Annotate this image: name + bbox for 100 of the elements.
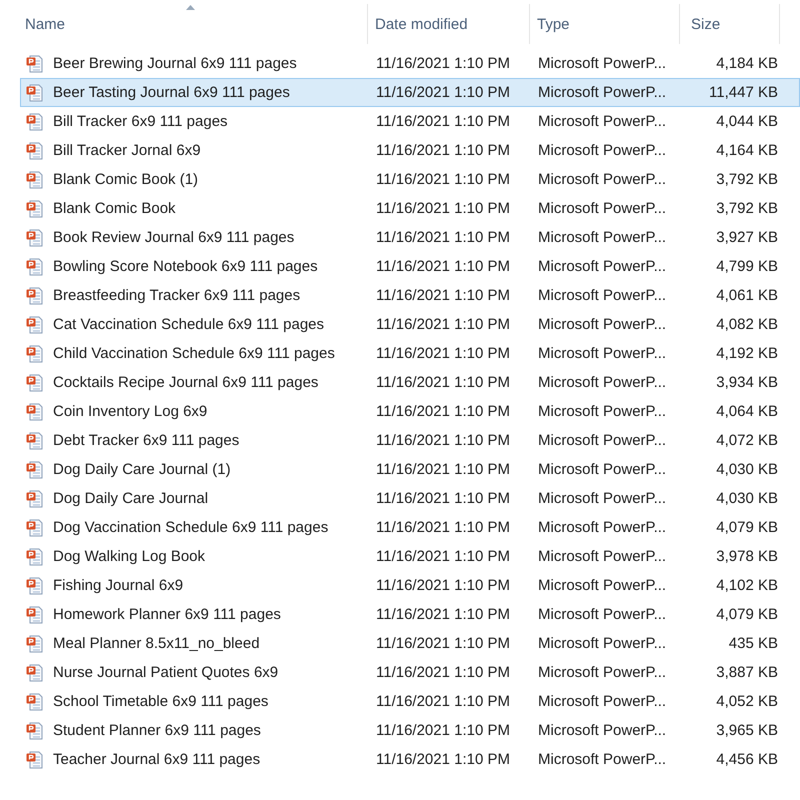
file-row[interactable]: Beer Tasting Journal 6x9 111 pages 11/16/2021 1:10 PM Microsoft PowerP... 11,447 KB — [20, 78, 800, 107]
file-row[interactable]: Bowling Score Notebook 6x9 111 pages 11/16/2021 1:10 PM Microsoft PowerP... 4,799 KB — [20, 252, 800, 281]
file-type: Microsoft PowerP... — [537, 171, 668, 188]
date-modified: 11/16/2021 1:10 PM — [375, 171, 511, 188]
date-modified: 11/16/2021 1:10 PM — [375, 200, 511, 217]
file-type: Microsoft PowerP... — [537, 345, 668, 362]
date-modified: 11/16/2021 1:10 PM — [375, 664, 511, 681]
file-row[interactable]: Dog Walking Log Book 11/16/2021 1:10 PM Microsoft PowerP... 3,978 KB — [20, 542, 800, 571]
presentation-file-icon — [26, 374, 43, 392]
file-size: 3,965 KB — [715, 722, 779, 739]
file-name: Nurse Journal Patient Quotes 6x9 — [53, 664, 278, 681]
column-header[interactable]: Type — [537, 16, 570, 32]
presentation-file-icon — [26, 634, 43, 652]
presentation-file-icon — [26, 460, 43, 478]
file-size: 4,799 KB — [715, 258, 779, 275]
file-row[interactable]: Teacher Journal 6x9 111 pages 11/16/2021 1:10 PM Microsoft PowerP... 4,456 KB — [20, 745, 800, 774]
presentation-file-icon — [26, 344, 43, 362]
file-size: 4,030 KB — [715, 461, 779, 478]
file-type: Microsoft PowerP... — [537, 664, 668, 681]
date-modified: 11/16/2021 1:10 PM — [375, 84, 511, 101]
presentation-file-icon — [26, 200, 43, 218]
file-row[interactable]: Coin Inventory Log 6x9 11/16/2021 1:10 PM Microsoft PowerP... 4,064 KB — [20, 397, 800, 426]
file-size: 4,184 KB — [715, 55, 779, 72]
file-row[interactable]: Fishing Journal 6x9 11/16/2021 1:10 PM Microsoft PowerP... 4,102 KB — [20, 571, 800, 600]
column-header[interactable]: Name — [25, 16, 66, 32]
file-type: Microsoft PowerP... — [537, 635, 668, 652]
presentation-file-icon — [26, 432, 43, 450]
file-type: Microsoft PowerP... — [537, 84, 668, 101]
presentation-file-icon — [26, 548, 43, 566]
file-row[interactable]: Child Vaccination Schedule 6x9 111 pages 11/16/2021 1:10 PM Microsoft PowerP... 4,192 KB — [20, 339, 800, 368]
file-row[interactable]: Bill Tracker 6x9 111 pages 11/16/2021 1:10 PM Microsoft PowerP... 4,044 KB — [20, 107, 800, 136]
file-name: Teacher Journal 6x9 111 pages — [53, 751, 260, 768]
file-name: Child Vaccination Schedule 6x9 111 pages — [53, 345, 335, 362]
file-row[interactable]: Debt Tracker 6x9 111 pages 11/16/2021 1:10 PM Microsoft PowerP... 4,072 KB — [20, 426, 800, 455]
file-row[interactable]: Dog Daily Care Journal (1) 11/16/2021 1:10 PM Microsoft PowerP... 4,030 KB — [20, 455, 800, 484]
file-type: Microsoft PowerP... — [537, 142, 668, 159]
file-row[interactable]: Meal Planner 8.5x11_no_bleed 11/16/2021 1:10 PM Microsoft PowerP... 435 KB — [20, 629, 800, 658]
presentation-file-icon — [26, 84, 43, 102]
file-name: Student Planner 6x9 111 pages — [53, 722, 261, 739]
file-row[interactable]: Dog Vaccination Schedule 6x9 111 pages 11/16/2021 1:10 PM Microsoft PowerP... 4,079 KB — [20, 513, 800, 542]
file-row[interactable]: Nurse Journal Patient Quotes 6x9 11/16/2021 1:10 PM Microsoft PowerP... 3,887 KB — [20, 658, 800, 687]
presentation-file-icon — [26, 692, 43, 710]
file-size: 4,079 KB — [715, 519, 779, 536]
presentation-file-icon — [26, 606, 43, 624]
file-name: Cat Vaccination Schedule 6x9 111 pages — [53, 316, 324, 333]
file-name: Bowling Score Notebook 6x9 111 pages — [53, 258, 318, 275]
file-row[interactable]: Breastfeeding Tracker 6x9 111 pages 11/16/2021 1:10 PM Microsoft PowerP... 4,061 KB — [20, 281, 800, 310]
date-modified: 11/16/2021 1:10 PM — [375, 316, 511, 333]
file-row[interactable]: Cat Vaccination Schedule 6x9 111 pages 11/16/2021 1:10 PM Microsoft PowerP... 4,082 KB — [20, 310, 800, 339]
file-size: 3,934 KB — [715, 374, 779, 391]
file-name: Cocktails Recipe Journal 6x9 111 pages — [53, 374, 318, 391]
file-name: Bill Tracker 6x9 111 pages — [53, 113, 228, 130]
date-modified: 11/16/2021 1:10 PM — [375, 403, 511, 420]
date-modified: 11/16/2021 1:10 PM — [375, 258, 511, 275]
file-type: Microsoft PowerP... — [537, 432, 668, 449]
date-modified: 11/16/2021 1:10 PM — [375, 490, 511, 507]
file-type: Microsoft PowerP... — [537, 519, 668, 536]
file-name: Dog Walking Log Book — [53, 548, 206, 565]
presentation-file-icon — [26, 518, 43, 536]
file-size: 4,061 KB — [715, 287, 779, 304]
presentation-file-icon — [26, 664, 43, 682]
file-type: Microsoft PowerP... — [537, 287, 668, 304]
file-size: 3,887 KB — [715, 664, 779, 681]
date-modified: 11/16/2021 1:10 PM — [375, 113, 511, 130]
file-name: Book Review Journal 6x9 111 pages — [53, 229, 294, 246]
column-header[interactable]: Size — [691, 16, 720, 32]
file-size: 4,082 KB — [715, 316, 779, 333]
file-size: 4,044 KB — [715, 113, 779, 130]
file-row[interactable]: Blank Comic Book (1) 11/16/2021 1:10 PM Microsoft PowerP... 3,792 KB — [20, 165, 800, 194]
file-size: 4,164 KB — [715, 142, 779, 159]
file-size: 3,792 KB — [715, 200, 779, 217]
date-modified: 11/16/2021 1:10 PM — [375, 577, 511, 594]
file-name: Breastfeeding Tracker 6x9 111 pages — [53, 287, 300, 304]
file-row[interactable]: Book Review Journal 6x9 111 pages 11/16/2021 1:10 PM Microsoft PowerP... 3,927 KB — [20, 223, 800, 252]
file-row[interactable]: Cocktails Recipe Journal 6x9 111 pages 11/16/2021 1:10 PM Microsoft PowerP... 3,934 KB — [20, 368, 800, 397]
file-row[interactable]: Beer Brewing Journal 6x9 111 pages 11/16/2021 1:10 PM Microsoft PowerP... 4,184 KB — [20, 49, 800, 78]
date-modified: 11/16/2021 1:10 PM — [375, 461, 511, 478]
file-row[interactable]: Dog Daily Care Journal 11/16/2021 1:10 PM Microsoft PowerP... 4,030 KB — [20, 484, 800, 513]
file-size: 4,064 KB — [715, 403, 779, 420]
file-type: Microsoft PowerP... — [537, 751, 668, 768]
file-row[interactable]: Blank Comic Book 11/16/2021 1:10 PM Microsoft PowerP... 3,792 KB — [20, 194, 800, 223]
file-name: School Timetable 6x9 111 pages — [53, 693, 268, 710]
file-row[interactable]: Student Planner 6x9 111 pages 11/16/2021 1:10 PM Microsoft PowerP... 3,965 KB — [20, 716, 800, 745]
file-size: 435 KB — [728, 635, 779, 652]
file-size: 4,102 KB — [715, 577, 779, 594]
presentation-file-icon — [26, 54, 43, 72]
date-modified: 11/16/2021 1:10 PM — [375, 606, 511, 623]
file-size: 11,447 KB — [708, 84, 779, 101]
file-name: Dog Vaccination Schedule 6x9 111 pages — [53, 519, 328, 536]
presentation-file-icon — [26, 750, 43, 768]
presentation-file-icon — [26, 258, 43, 276]
file-row[interactable]: Homework Planner 6x9 111 pages 11/16/2021 1:10 PM Microsoft PowerP... 4,079 KB — [20, 600, 800, 629]
file-size: 4,052 KB — [715, 693, 779, 710]
file-size: 4,079 KB — [715, 606, 779, 623]
file-name: Debt Tracker 6x9 111 pages — [53, 432, 240, 449]
file-type: Microsoft PowerP... — [537, 722, 668, 739]
file-row[interactable]: Bill Tracker Jornal 6x9 11/16/2021 1:10 PM Microsoft PowerP... 4,164 KB — [20, 136, 800, 165]
column-header[interactable]: Date modified — [375, 16, 468, 32]
file-name: Bill Tracker Jornal 6x9 — [53, 142, 201, 159]
file-row[interactable]: School Timetable 6x9 111 pages 11/16/2021 1:10 PM Microsoft PowerP... 4,052 KB — [20, 687, 800, 716]
